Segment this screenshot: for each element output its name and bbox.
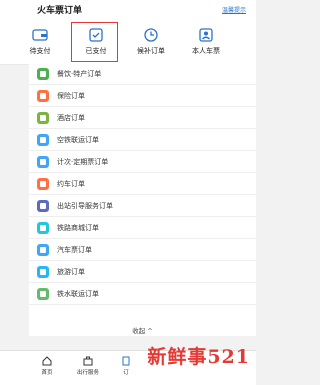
- list-item-label: 约车订单: [57, 180, 85, 188]
- tab-label: 本人车票: [192, 47, 220, 55]
- tab-label: 待支付: [29, 47, 51, 55]
- food-icon: [37, 68, 49, 80]
- list-item[interactable]: 酒店订单: [29, 108, 256, 129]
- hotel-icon: [37, 112, 49, 124]
- nav-label: 订: [123, 370, 129, 376]
- car-icon: [37, 178, 49, 190]
- person-ticket-icon: [199, 28, 213, 42]
- list-item[interactable]: 保险订单: [29, 86, 256, 107]
- home-icon: [42, 356, 52, 366]
- list-item[interactable]: 铁路商城订单: [29, 218, 256, 239]
- list-item-label: 铁路商城订单: [57, 224, 99, 232]
- list-item-label: 旅游订单: [57, 268, 85, 276]
- nav-orders[interactable]: 订: [101, 356, 151, 376]
- air-rail-icon: [37, 134, 49, 146]
- page-title: 火车票订单: [37, 6, 83, 16]
- list-item[interactable]: 铁水联运订单: [29, 284, 256, 305]
- insurance-icon: [37, 90, 49, 102]
- clock-icon: [144, 28, 158, 42]
- list-item[interactable]: 约车订单: [29, 174, 256, 195]
- briefcase-icon: [83, 356, 93, 366]
- list-item[interactable]: 出站引导服务订单: [29, 196, 256, 217]
- notice-link[interactable]: 温馨提示: [222, 5, 246, 14]
- list-item-label: 餐饮·特产订单: [57, 70, 102, 78]
- collapse-button[interactable]: 收起 ^: [29, 325, 256, 335]
- pass-icon: [37, 156, 49, 168]
- list-item[interactable]: 空铁联运订单: [29, 130, 256, 151]
- tab-pending-payment[interactable]: 待支付: [10, 18, 70, 64]
- tab-own-tickets[interactable]: 本人车票: [176, 18, 236, 64]
- order-list: 餐饮·特产订单 保险订单 酒店订单 空铁联运订单 计次·定期票订单 约车订单 出…: [29, 64, 256, 336]
- list-item[interactable]: 餐饮·特产订单: [29, 64, 256, 85]
- list-item[interactable]: 计次·定期票订单: [29, 152, 256, 173]
- list-item-label: 出站引导服务订单: [57, 202, 113, 210]
- watermark: 新鲜事521: [147, 346, 250, 368]
- list-item[interactable]: 汽车票订单: [29, 240, 256, 261]
- travel-icon: [37, 266, 49, 278]
- list-item-label: 保险订单: [57, 92, 85, 100]
- wallet-icon: [32, 29, 48, 41]
- list-item-label: 酒店订单: [57, 114, 85, 122]
- list-item-label: 汽车票订单: [57, 246, 92, 254]
- orders-icon: [122, 356, 130, 366]
- list-item[interactable]: 旅游订单: [29, 262, 256, 283]
- guide-icon: [37, 200, 49, 212]
- mall-icon: [37, 222, 49, 234]
- highlight-box: [71, 22, 118, 62]
- list-item-label: 铁水联运订单: [57, 290, 99, 298]
- tab-label: 候补订单: [137, 47, 165, 55]
- list-item-label: 空铁联运订单: [57, 136, 99, 144]
- ship-icon: [37, 288, 49, 300]
- list-item-label: 计次·定期票订单: [57, 158, 109, 166]
- bus-icon: [37, 244, 49, 256]
- header-bar: 火车票订单 温馨提示: [0, 0, 256, 18]
